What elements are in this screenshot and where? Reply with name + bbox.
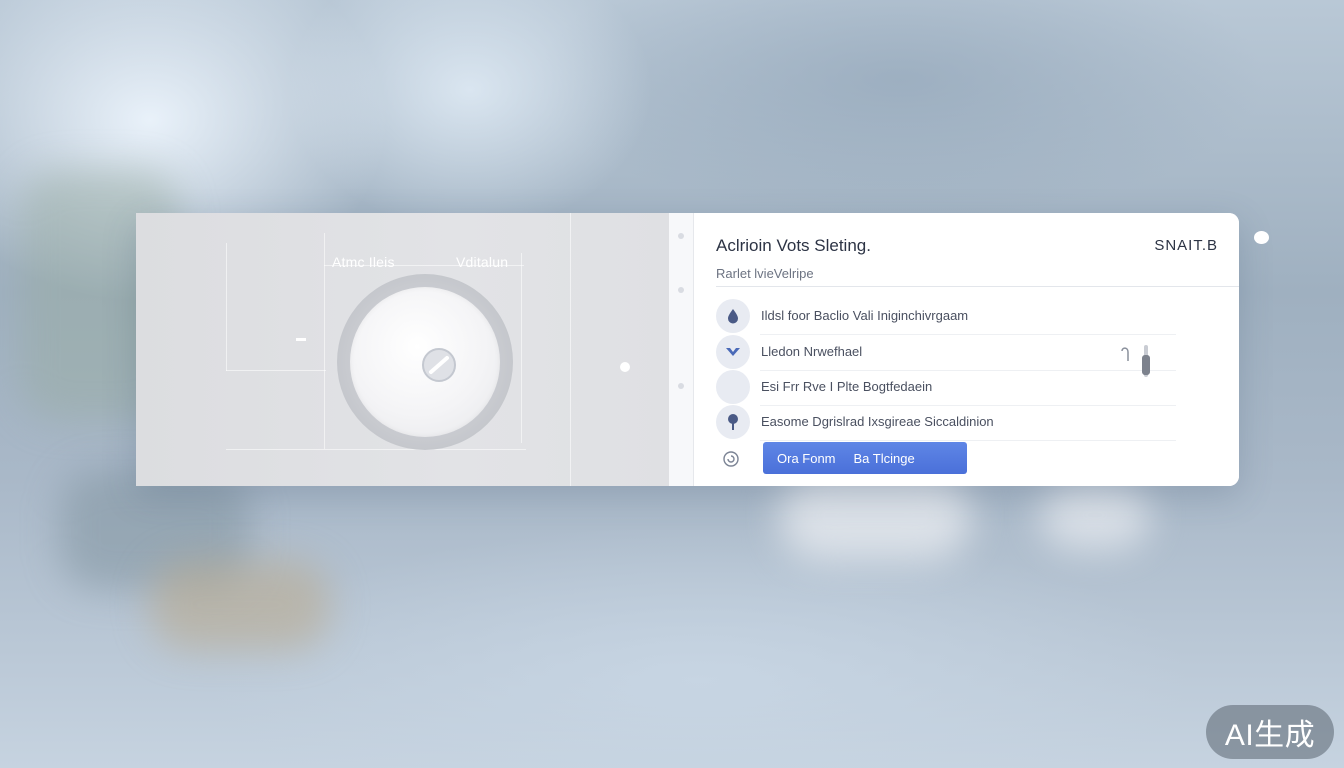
watermark-badge: AI生成	[1206, 705, 1334, 759]
brand-logo: SNAIT.B	[1154, 237, 1218, 254]
content-panel: Aclrioin Vots Sleting. Rarlet lvieVelrip…	[694, 213, 1239, 486]
pin-icon	[716, 405, 750, 439]
strip-dot	[678, 287, 684, 293]
refresh-icon[interactable]	[722, 450, 740, 468]
settings-card: Atmc Ileis Vditalun Aclrioin Vots Sletin…	[136, 213, 1239, 486]
divider	[716, 286, 1239, 287]
panel-subtitle: Rarlet lvieVelripe	[716, 266, 814, 281]
grid-line	[226, 449, 526, 450]
grid-line	[521, 253, 522, 443]
list-item-label: Esi Frr Rve I Plte Bogtfedaein	[761, 379, 933, 394]
primary-action-button[interactable]: Ora Fonm Ba Tlcinge	[763, 442, 967, 474]
slider-control-icon[interactable]	[1118, 343, 1158, 379]
list-item[interactable]: Esi Frr Rve I Plte Bogtfedaein	[716, 370, 1176, 406]
primary-action-label: Ora Fonm	[777, 450, 836, 466]
list-item-label: Easome Dgrislrad Ixsgireae Siccaldinion	[761, 414, 994, 429]
primary-action-label-secondary: Ba Tlcinge	[853, 450, 915, 466]
dial-control[interactable]	[337, 274, 513, 450]
grid-line	[570, 213, 571, 486]
background-blur	[1040, 480, 1150, 550]
panel-title: Aclrioin Vots Sleting.	[716, 236, 871, 255]
background-blur	[150, 560, 330, 650]
slash-icon	[422, 348, 456, 382]
chevron-down-icon	[716, 335, 750, 369]
dial-face	[350, 287, 500, 437]
list-item-label: Lledon Nrwefhael	[761, 344, 863, 359]
grid-line	[226, 370, 326, 371]
list-item[interactable]: Ildsl foor Baclio Vali Iniginchivrgaam	[716, 299, 1176, 335]
visual-panel: Atmc Ileis Vditalun	[136, 213, 669, 486]
action-row: Ora Fonm Ba Tlcinge	[716, 442, 1176, 476]
divider-strip	[669, 213, 694, 486]
tick-mark	[296, 338, 306, 341]
visual-left-label: Atmc Ileis	[332, 254, 395, 270]
indicator-dot	[1254, 231, 1269, 244]
strip-dot	[678, 383, 684, 389]
visual-right-label: Vditalun	[456, 254, 509, 270]
indicator-dot	[620, 362, 630, 372]
strip-dot	[678, 233, 684, 239]
list-item[interactable]: Lledon Nrwefhael	[716, 335, 1176, 371]
grid-line	[226, 243, 227, 371]
list-item-label: Ildsl foor Baclio Vali Iniginchivrgaam	[761, 308, 969, 323]
blank-icon	[716, 370, 750, 404]
list-item[interactable]: Easome Dgrislrad Ixsgireae Siccaldinion	[716, 405, 1176, 441]
drop-icon	[716, 299, 750, 333]
